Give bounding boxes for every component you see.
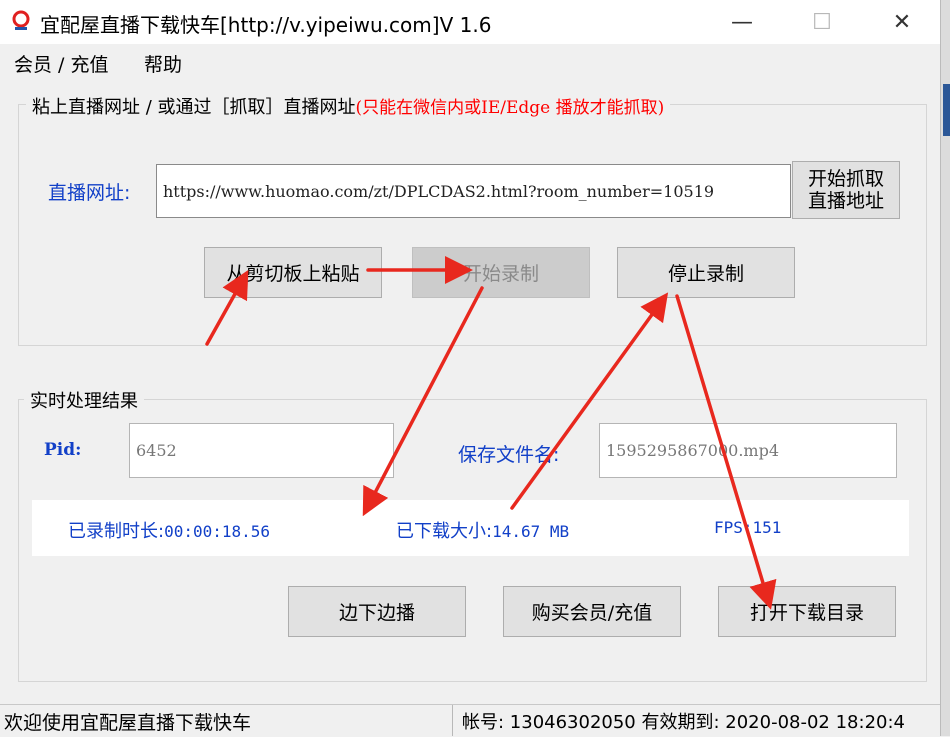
minimize-button[interactable]: — [712,0,772,44]
maximize-icon: ☐ [812,9,832,35]
pid-label: Pid: [44,440,82,460]
downloaded-size-label: 已下载大小: [396,521,493,542]
recorded-duration: 已录制时长:00:00:18.56 [68,517,270,543]
downloaded-size-value: 14.67 MB [492,522,570,541]
close-button[interactable]: ✕ [872,0,932,44]
filename-field[interactable]: 1595295867000.mp4 [599,423,897,478]
play-while-download-button[interactable]: 边下边播 [288,586,466,637]
fps-readout: FPS:151 [714,517,781,538]
url-input[interactable]: https://www.huomao.com/zt/DPLCDAS2.html?… [156,164,791,218]
menu-item-membership[interactable]: 会员 / 充值 [14,50,108,77]
maximize-button[interactable]: ☐ [792,0,852,44]
paste-from-clipboard-button[interactable]: 从剪切板上粘贴 [204,247,382,298]
pid-field[interactable]: 6452 [129,423,394,478]
grab-url-button-line2: 直播地址 [807,190,884,212]
filename-label: 保存文件名: [458,444,560,466]
url-group [18,104,927,346]
grab-url-button-line1: 开始抓取 [807,168,884,190]
buy-membership-button[interactable]: 购买会员/充值 [503,586,681,637]
status-separator [452,705,453,736]
start-recording-button[interactable]: 开始录制 [412,247,590,298]
menu-bar [0,44,940,78]
url-group-note: (只能在微信内或IE/Edge 播放才能抓取) [355,98,665,118]
close-icon: ✕ [892,9,912,35]
grab-url-button[interactable]: 开始抓取 直播地址 [792,161,900,219]
window-title: 宜配屋直播下载快车[http://v.yipeiwu.com]V 1.6 [40,13,492,37]
downloaded-size: 已下载大小:14.67 MB [396,517,569,543]
recorded-duration-value: 00:00:18.56 [164,522,271,541]
recorded-duration-label: 已录制时长: [68,521,165,542]
url-label: 直播网址: [48,182,131,204]
background-window-edge [940,0,950,736]
menu-item-help[interactable]: 帮助 [144,50,182,77]
fps-label: FPS: [714,518,753,537]
minimize-icon: — [731,9,753,35]
fps-value: 151 [752,518,782,537]
open-download-folder-button[interactable]: 打开下载目录 [718,586,896,637]
app-logo-icon [12,10,30,30]
result-group-legend: 实时处理结果 [24,387,144,413]
status-account: 帐号: 13046302050 有效期到: 2020-08-02 18:20:4 [462,712,905,733]
stop-recording-button[interactable]: 停止录制 [617,247,795,298]
status-welcome: 欢迎使用宜配屋直播下载快车 [4,712,252,734]
url-group-title: 粘上直播网址 / 或通过［抓取］直播网址 [32,97,356,118]
url-group-legend: 粘上直播网址 / 或通过［抓取］直播网址(只能在微信内或IE/Edge 播放才能… [26,93,671,119]
